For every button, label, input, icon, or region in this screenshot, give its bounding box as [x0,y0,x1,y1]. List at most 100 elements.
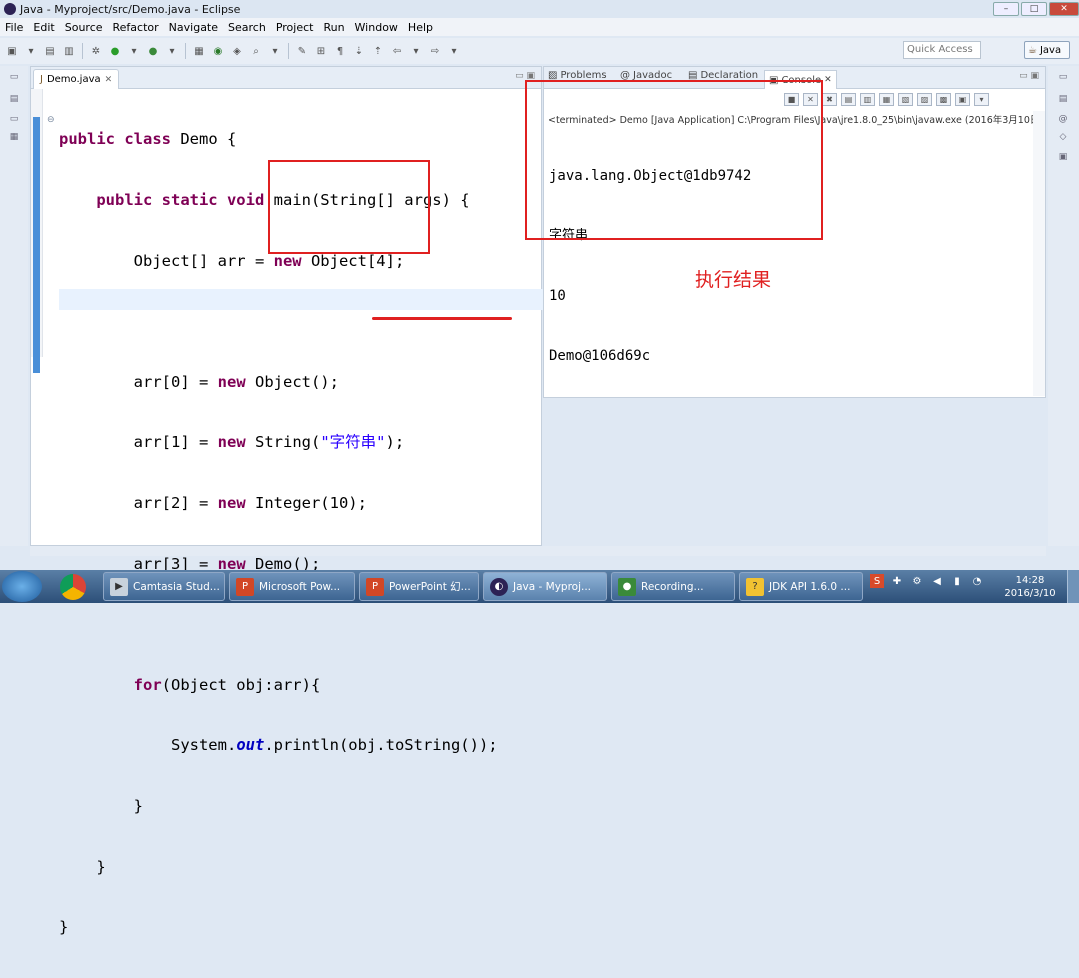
dropdown-icon[interactable]: ▾ [267,43,283,59]
forward-icon[interactable]: ⇨ [427,43,443,59]
taskbar-item-powerpoint[interactable]: P Microsoft Pow... [229,572,355,601]
package-explorer-icon[interactable]: ▤ [7,94,21,106]
show-on-output-icon[interactable]: ▧ [898,93,913,106]
code-token: public class [59,130,181,149]
maximize-button[interactable]: □ [1021,2,1047,16]
settings-icon[interactable]: ⚙ [910,574,924,588]
display-console-icon[interactable]: ▩ [936,93,951,106]
start-button[interactable] [2,571,42,602]
new-icon[interactable]: ▣ [4,43,20,59]
taskbar-item-slideshow[interactable]: P PowerPoint 幻... [359,572,479,601]
remove-all-icon[interactable]: ✖ [822,93,837,106]
code-token: } [59,918,69,937]
hierarchy-icon[interactable]: ◇ [1056,132,1070,144]
java-perspective-icon: ☕ [1028,44,1037,56]
new-class-icon[interactable]: ◉ [210,43,226,59]
java-perspective-button[interactable]: ☕ Java [1024,41,1070,59]
volume-icon[interactable]: ◀ [930,574,944,588]
eclipse-icon: ◐ [490,577,508,596]
search-icon[interactable]: ⌕ [248,43,264,59]
code-editor[interactable]: J Demo.java ✕ ▭ ▣ ⊖ public class Demo { … [30,66,543,936]
scroll-lock-icon[interactable]: ▥ [860,93,875,106]
menu-edit[interactable]: Edit [28,21,59,34]
code-token: arr[0] = [133,372,218,391]
menu-window[interactable]: Window [350,21,403,34]
code-line: System.out.println(obj.toString()); [59,735,498,755]
restore-icon[interactable]: ▭ [7,114,21,126]
console-scrollbar[interactable] [1033,111,1045,396]
menu-run[interactable]: Run [318,21,349,34]
code-line: for(Object obj:arr){ [59,675,498,695]
taskbar-item-camtasia[interactable]: ▶ Camtasia Stud... [103,572,225,601]
close-tab-icon[interactable]: ✕ [105,75,113,85]
tab-demo-java[interactable]: J Demo.java ✕ [33,69,120,89]
toolbar-divider [82,43,83,59]
print-icon[interactable]: ▥ [61,43,77,59]
tray-app-icon[interactable]: ◔ [970,574,984,588]
restore-icon[interactable]: ▭ [1056,72,1070,84]
menu-search[interactable]: Search [223,21,271,34]
menu-source[interactable]: Source [60,21,108,34]
taskbar-item-jdk-api[interactable]: ? JDK API 1.6.0 ... [739,572,863,601]
external-tools-icon[interactable]: ● [145,43,161,59]
quick-access-input[interactable]: Quick Access [903,41,981,59]
show-whitespace-icon[interactable]: ¶ [332,43,348,59]
prev-annotation-icon[interactable]: ⇡ [370,43,386,59]
dropdown-icon[interactable]: ▾ [164,43,180,59]
taskbar-item-label: PowerPoint 幻... [389,581,471,593]
dropdown-icon[interactable]: ▾ [446,43,462,59]
left-trim-stack: ▭ ▤ ▭ ▦ [0,66,28,546]
restore-icon[interactable]: ▭ [7,72,21,84]
dropdown-icon[interactable]: ▾ [126,43,142,59]
menu-help[interactable]: Help [403,21,438,34]
new-package-icon[interactable]: ▦ [191,43,207,59]
menu-file[interactable]: File [0,21,28,34]
menu-project[interactable]: Project [271,21,319,34]
eclipse-icon [4,3,16,15]
fold-icon[interactable]: ⊖ [47,115,55,125]
chrome-icon[interactable] [60,574,86,600]
show-desktop-button[interactable] [1067,570,1079,603]
next-annotation-icon[interactable]: ⇣ [351,43,367,59]
code-line: public class Demo { [59,129,498,149]
close-tab-icon[interactable]: ✕ [824,75,832,85]
view-menu-icon[interactable]: ▾ [974,93,989,106]
code-token: for [133,675,162,694]
code-token: public static void [96,191,274,209]
security-icon[interactable]: ✚ [890,574,904,588]
toggle-icon[interactable]: ⊞ [313,43,329,59]
system-clock[interactable]: 14:28 2016/3/10 [1004,574,1056,600]
menu-navigate[interactable]: Navigate [164,21,223,34]
open-type-icon[interactable]: ◈ [229,43,245,59]
annotation-icon[interactable]: ✎ [294,43,310,59]
menu-refactor[interactable]: Refactor [108,21,164,34]
back-icon[interactable]: ⇦ [389,43,405,59]
clear-console-icon[interactable]: ▤ [841,93,856,106]
minimize-maximize-icon[interactable]: ▭ ▣ [1019,71,1039,81]
task-list-icon[interactable]: ▤ [1056,94,1070,106]
input-method-icon[interactable]: S [870,574,884,588]
open-console-icon[interactable]: ▣ [955,93,970,106]
editor-tab-bar: J Demo.java ✕ ▭ ▣ [31,67,541,89]
dropdown-icon[interactable]: ▾ [408,43,424,59]
pin-console-icon[interactable]: ▨ [917,93,932,106]
outline-icon[interactable]: ▦ [7,132,21,144]
dropdown-icon[interactable]: ▾ [23,43,39,59]
code-token: Object[] arr = [133,251,274,270]
network-icon[interactable]: ▮ [950,574,964,588]
recorder-icon: ● [618,577,636,596]
console-icon[interactable]: ▣ [1056,152,1070,164]
clock-time: 14:28 [1015,575,1045,586]
word-wrap-icon[interactable]: ▦ [879,93,894,106]
save-icon[interactable]: ▤ [42,43,58,59]
code-line: arr[1] = new String("字符串"); [59,432,498,452]
debug-icon[interactable]: ✲ [88,43,104,59]
taskbar-item-recording[interactable]: ● Recording... [611,572,735,601]
outline-icon[interactable]: @ [1056,114,1070,126]
close-button[interactable]: ✕ [1049,2,1079,16]
taskbar-item-eclipse[interactable]: ◐ Java - Myproj... [483,572,607,601]
minimize-button[interactable]: – [993,2,1019,16]
code-line: arr[2] = new Integer(10); [59,493,498,513]
run-icon[interactable]: ● [107,43,123,59]
